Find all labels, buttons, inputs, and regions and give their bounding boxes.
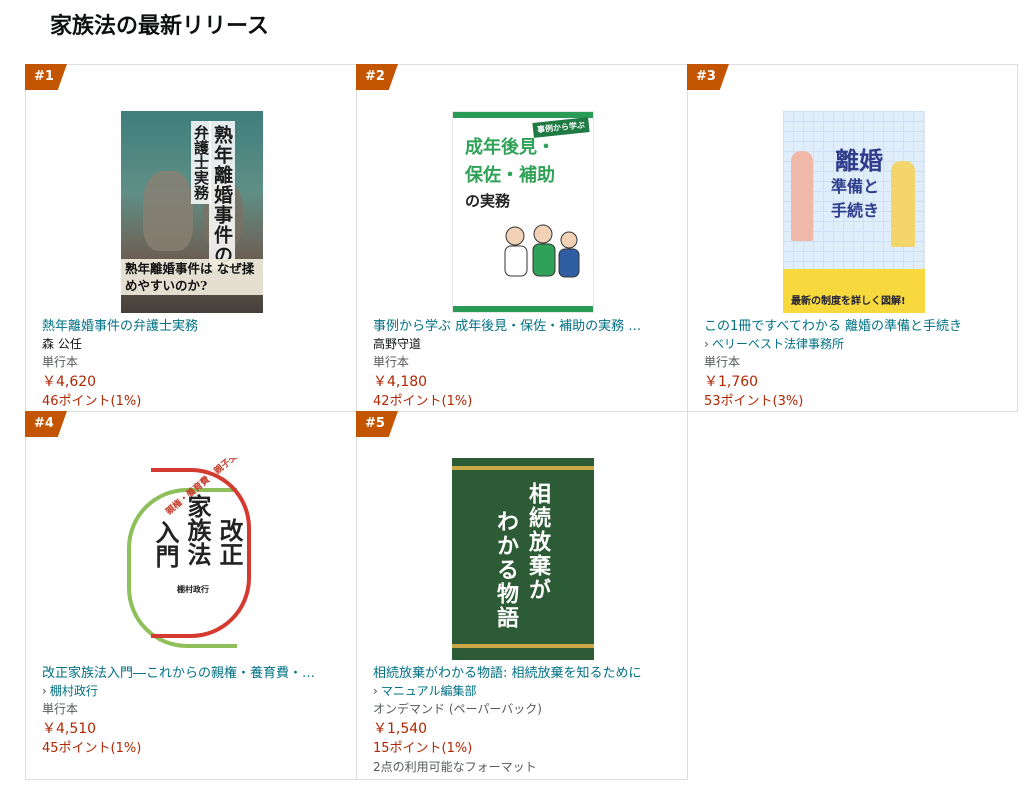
product-card: #3 離婚 準備と 手続き 最新の制度を詳しく図解! この1冊ですべてわかる 離… xyxy=(687,64,1018,412)
cover-title: 弁護士実務 xyxy=(191,121,211,204)
book-points: 15ポイント(1%) xyxy=(373,741,473,756)
rank-badge: #2 xyxy=(356,64,398,90)
book-format: 単行本 xyxy=(42,702,79,716)
book-title-link[interactable]: 事例から学ぶ 成年後見・保佐・補助の実務 … xyxy=(373,317,677,336)
rank-badge: #1 xyxy=(25,64,67,90)
book-cover[interactable]: 熟年離婚事件の 弁護士実務 熟年離婚事件は なぜ揉めやすいのか? xyxy=(121,111,263,313)
author-link[interactable]: › マニュアル編集部 xyxy=(373,683,677,700)
rank-badge: #4 xyxy=(25,411,67,437)
cover-band-text: 熟年離婚事件は なぜ揉めやすいのか? xyxy=(121,259,263,295)
chevron-right-icon: › xyxy=(704,337,709,351)
cover-illustration xyxy=(891,161,915,247)
book-format: オンデマンド (ペーパーバック) xyxy=(373,702,542,716)
cover-title: 改正 xyxy=(215,518,244,566)
cover-title: わかる物語 xyxy=(493,510,519,630)
cover-author: 棚村政行 xyxy=(177,585,209,594)
book-price: ￥4,180 xyxy=(373,374,428,390)
book-cover[interactable]: 親権・養育費・親子交流 改正 家族法 入門 棚村政行 xyxy=(121,458,263,660)
cover-decoration xyxy=(453,112,593,118)
rank-badge: #3 xyxy=(687,64,729,90)
book-price: ￥4,620 xyxy=(42,374,97,390)
book-points: 46ポイント(1%) xyxy=(42,394,142,409)
other-formats-link[interactable]: 2点の利用可能なフォーマット xyxy=(373,758,677,776)
cover-illustration xyxy=(504,224,580,278)
cover-title: 成年後見・ 保佐・補助 xyxy=(465,137,555,186)
book-format: 単行本 xyxy=(704,355,741,369)
cover-decoration xyxy=(452,644,594,648)
cover-decoration xyxy=(453,306,593,312)
author-name: 高野守道 xyxy=(373,337,422,351)
cover-illustration xyxy=(143,171,193,251)
chevron-right-icon: › xyxy=(42,684,47,698)
author-link[interactable]: › ベリーベスト法律事務所 xyxy=(704,336,1007,353)
book-title-link[interactable]: この1冊ですべてわかる 離婚の準備と手続き xyxy=(704,317,1007,336)
cover-title: 入門 xyxy=(151,520,180,568)
product-card: #5 相続放棄が わかる物語 相続放棄がわかる物語: 相続放棄を知るために › マ… xyxy=(356,411,688,780)
book-title-link[interactable]: 熱年離婚事件の弁護士実務 xyxy=(42,317,346,336)
cover-strip: 最新の制度を詳しく図解! xyxy=(783,269,925,313)
book-format: 単行本 xyxy=(42,355,79,369)
book-points: 53ポイント(3%) xyxy=(704,394,804,409)
book-cover[interactable]: 事例から学ぶ 成年後見・ 保佐・補助 の実務 xyxy=(452,111,594,313)
book-price: ￥4,510 xyxy=(42,721,97,737)
book-points: 45ポイント(1%) xyxy=(42,741,142,756)
cover-title: 準備と 手続き xyxy=(831,177,880,220)
book-title-link[interactable]: 改正家族法入門―これからの親権・養育費・… xyxy=(42,664,346,683)
cover-title: 相続放棄が xyxy=(525,482,551,602)
cover-title: 離婚 xyxy=(835,147,883,175)
author-link[interactable]: › 棚村政行 xyxy=(42,683,346,700)
product-card: #4 親権・養育費・親子交流 改正 家族法 入門 棚村政行 改正家族法入門―これ… xyxy=(25,411,357,780)
book-points: 42ポイント(1%) xyxy=(373,394,473,409)
cover-title: 熟年離婚事件の xyxy=(209,121,235,269)
book-price: ￥1,760 xyxy=(704,374,759,390)
book-price: ￥1,540 xyxy=(373,721,428,737)
book-format: 単行本 xyxy=(373,355,410,369)
cover-decoration xyxy=(452,466,594,470)
book-title-link[interactable]: 相続放棄がわかる物語: 相続放棄を知るために xyxy=(373,664,677,683)
cover-title: の実務 xyxy=(465,192,511,210)
page-title: 家族法の最新リリース xyxy=(50,14,269,39)
author-name: 森 公任 xyxy=(42,337,82,351)
book-cover[interactable]: 離婚 準備と 手続き 最新の制度を詳しく図解! xyxy=(783,111,925,313)
cover-title: 家族法 xyxy=(183,494,212,566)
product-grid: #1 熟年離婚事件の 弁護士実務 熟年離婚事件は なぜ揉めやすいのか? 熱年離婚… xyxy=(25,64,1018,780)
book-cover[interactable]: 相続放棄が わかる物語 xyxy=(452,458,594,660)
chevron-right-icon: › xyxy=(373,684,378,698)
cover-illustration xyxy=(791,151,813,241)
rank-badge: #5 xyxy=(356,411,398,437)
product-card: #1 熟年離婚事件の 弁護士実務 熟年離婚事件は なぜ揉めやすいのか? 熱年離婚… xyxy=(25,64,357,412)
product-card: #2 事例から学ぶ 成年後見・ 保佐・補助 の実務 事例から学ぶ 成年後見・保佐… xyxy=(356,64,688,412)
